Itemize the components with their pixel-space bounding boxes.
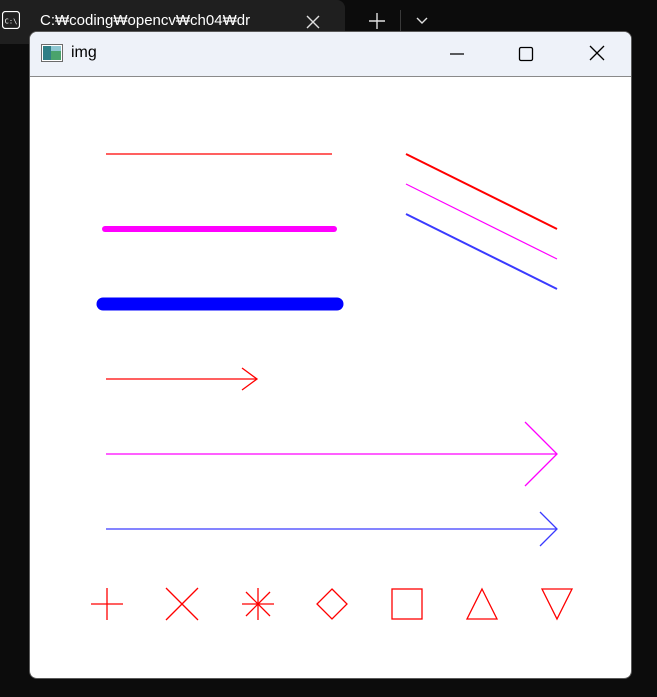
cross-marker: [91, 588, 123, 620]
image-window: img: [29, 31, 632, 679]
tilted-cross-marker: [165, 587, 199, 621]
blue-long-arrow: [106, 511, 558, 547]
window-title: img: [71, 44, 97, 61]
image-canvas: [31, 77, 630, 677]
image-window-icon: [41, 44, 63, 62]
blue-diagonal-line: [405, 213, 558, 290]
diamond-marker: [316, 588, 348, 620]
magenta-diagonal-line: [405, 183, 558, 260]
close-icon[interactable]: [303, 12, 323, 32]
red-short-arrow: [106, 367, 259, 391]
star-marker: [242, 588, 274, 620]
drawing-canvas: [91, 153, 574, 621]
svg-text:C:\: C:\: [5, 18, 18, 26]
minimize-icon: [450, 53, 464, 55]
square-marker: [391, 588, 423, 620]
triangle-up-marker: [465, 587, 499, 620]
terminal-icon: C:\: [1, 10, 21, 30]
minimize-button[interactable]: [434, 32, 480, 76]
red-diagonal-line: [405, 153, 558, 230]
maximize-icon: [518, 46, 534, 62]
chevron-down-icon[interactable]: [410, 10, 434, 32]
close-icon: [589, 45, 605, 61]
maximize-button[interactable]: [503, 32, 549, 76]
tab-title: C:₩coding₩opencv₩ch04₩dr: [40, 12, 251, 29]
magenta-long-arrow: [106, 421, 558, 487]
window-titlebar[interactable]: img: [30, 32, 631, 77]
tab-divider: [400, 10, 401, 32]
triangle-down-marker: [540, 588, 574, 621]
close-button[interactable]: [574, 32, 620, 76]
